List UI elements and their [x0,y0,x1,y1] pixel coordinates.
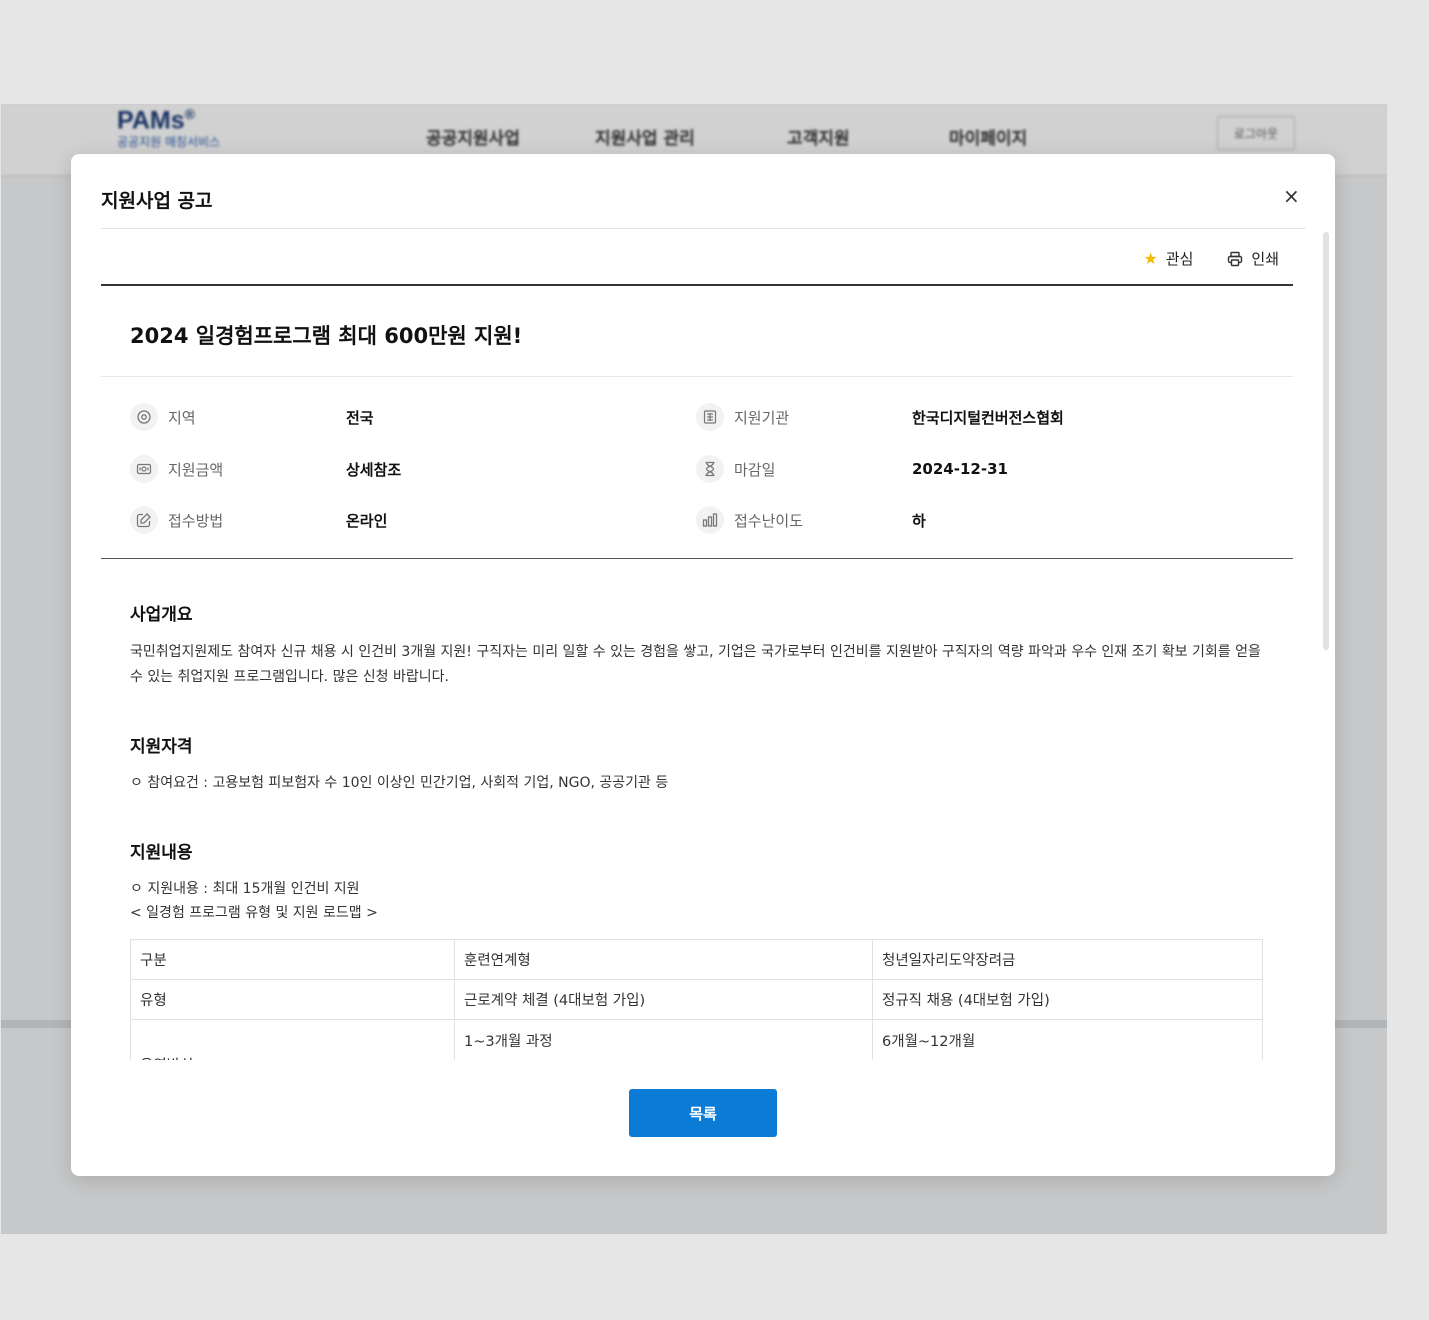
eligibility-text: ㅇ 참여요건 : 고용보험 피보험자 수 10인 이상인 민간기업, 사회적 기… [130,775,669,791]
bar-chart-icon [696,506,724,534]
region-label: 지역 [168,408,196,427]
info-deadline: 마감일 2024-12-31 [696,454,1008,484]
amount-label: 지원금액 [168,460,224,479]
difficulty-label: 접수난이도 [734,511,804,530]
edit-icon [130,506,158,534]
table-cell: 정규직 채용 (4대보험 가입) [872,979,1263,1020]
info-rule [101,558,1293,559]
print-button[interactable]: 인쇄 [1227,248,1279,269]
info-method: 접수방법 온라인 [130,505,387,535]
location-pin-icon [130,403,158,431]
content-title: 지원내용 [130,843,193,863]
money-icon [130,455,158,483]
info-agency: 지원기관 한국디지털컨버전스협회 [696,402,1064,432]
modal-title: 지원사업 공고 [101,190,213,212]
table-row: 유형 근로계약 체결 (4대보험 가입) 정규직 채용 (4대보험 가입) [130,979,1263,1020]
table-row: 구분 훈련연계형 청년일자리도약장려금 [130,939,1263,980]
star-icon: ★ [1143,249,1158,268]
modal-scrollbar[interactable] [1323,232,1329,650]
table-cell: 운영방식 [130,1019,455,1060]
support-table: 구분 훈련연계형 청년일자리도약장려금 유형 근로계약 체결 (4대보험 가입)… [130,939,1263,1060]
table-cell: 6개월~12개월 [872,1019,1263,1060]
eligibility-title: 지원자격 [130,737,193,757]
deadline-value: 2024-12-31 [912,460,1008,478]
printer-icon [1228,251,1243,266]
overview-text: 국민취업지원제도 참여자 신규 채용 시 인건비 3개월 지원! 구직자는 미리… [130,644,1261,685]
table-cell: 유형 [130,979,455,1020]
deadline-label: 마감일 [734,460,776,479]
title-rule [101,376,1293,377]
table-cell: 구분 [130,939,455,980]
favorite-label: 관심 [1165,250,1194,268]
info-difficulty: 접수난이도 하 [696,505,926,535]
agency-value: 한국디지털컨버전스협회 [912,408,1064,427]
hourglass-icon [696,455,724,483]
close-icon[interactable]: × [1283,184,1300,208]
region-value: 전국 [346,408,374,427]
table-cell: 청년일자리도약장려금 [872,939,1263,980]
content-line-1: ㅇ 지원내용 : 최대 15개월 인건비 지원 [130,881,360,897]
modal-content[interactable]: ★ 관심 인쇄 2024 일경험프로그램 최대 600만원 지원! 지역 전국 [101,230,1293,1060]
overview-title: 사업개요 [130,605,193,625]
list-button[interactable]: 목록 [629,1089,777,1137]
notice-modal: 지원사업 공고 × ★ 관심 인쇄 2024 일경험프로그램 최대 600만원 … [71,154,1335,1176]
post-title: 2024 일경험프로그램 최대 600만원 지원! [130,324,523,348]
table-cell: 1~3개월 과정 [454,1019,873,1060]
table-cell: 근로계약 체결 (4대보험 가입) [454,979,873,1020]
table-row: 운영방식 1~3개월 과정 6개월~12개월 [130,1019,1263,1060]
amount-value: 상세참조 [346,460,402,479]
info-amount: 지원금액 상세참조 [130,454,401,484]
favorite-button[interactable]: ★ 관심 [1143,248,1193,269]
post-actions: ★ 관심 인쇄 [1143,248,1279,269]
print-label: 인쇄 [1251,250,1279,268]
content-line-2: < 일경험 프로그램 유형 및 지원 로드맵 > [130,905,378,921]
title-divider [101,228,1306,229]
table-cell: 훈련연계형 [454,939,873,980]
method-value: 온라인 [346,511,388,530]
info-region: 지역 전국 [130,402,374,432]
method-label: 접수방법 [168,511,224,530]
building-icon [696,403,724,431]
difficulty-value: 하 [912,511,926,530]
header-rule [101,284,1293,286]
agency-label: 지원기관 [734,408,790,427]
